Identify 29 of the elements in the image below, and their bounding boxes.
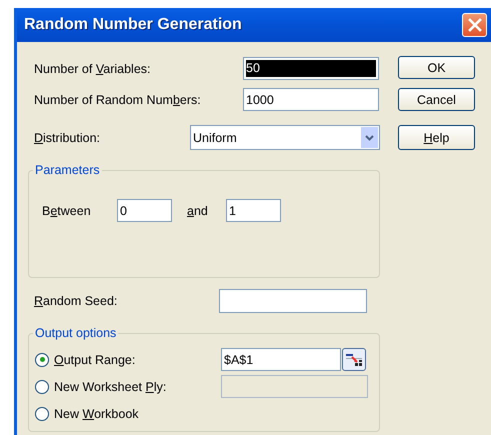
- option-label: New Workbook: [54, 406, 140, 420]
- option-label: New Worksheet Ply:: [54, 380, 168, 394]
- input-field[interactable]: 1: [226, 199, 281, 222]
- range-picker-icon: [345, 352, 363, 366]
- dialog-button[interactable]: OK: [398, 56, 475, 79]
- input-field[interactable]: $A$1: [221, 348, 341, 371]
- field-label: Number of Variables:: [33, 62, 152, 76]
- window-title: Random Number Generation: [24, 16, 242, 34]
- input-field[interactable]: 0: [117, 199, 172, 222]
- option-label: Output Range:: [54, 352, 136, 366]
- dialog-button[interactable]: Cancel: [398, 88, 475, 111]
- input-field[interactable]: 50: [243, 57, 379, 80]
- field-label: Random Seed:: [33, 294, 118, 308]
- close-icon: [468, 18, 482, 32]
- field-label: Distribution:: [33, 130, 102, 144]
- input-field[interactable]: 1000: [243, 88, 379, 111]
- dialog-button[interactable]: Help: [398, 125, 475, 150]
- close-button[interactable]: [462, 13, 487, 37]
- group-title: Parameters: [33, 163, 102, 177]
- chevron-icon: [365, 134, 374, 140]
- dropdown[interactable]: Uniform: [190, 125, 380, 150]
- group-title: Output options: [33, 326, 118, 340]
- range-select-button[interactable]: [342, 348, 366, 371]
- field-label: and: [187, 204, 209, 218]
- field-label: Number of Random Numbers:: [33, 92, 202, 106]
- radio-button[interactable]: [35, 406, 49, 420]
- radio-button[interactable]: [35, 352, 49, 366]
- input-field[interactable]: [219, 289, 367, 313]
- field-label: Between: [42, 204, 92, 218]
